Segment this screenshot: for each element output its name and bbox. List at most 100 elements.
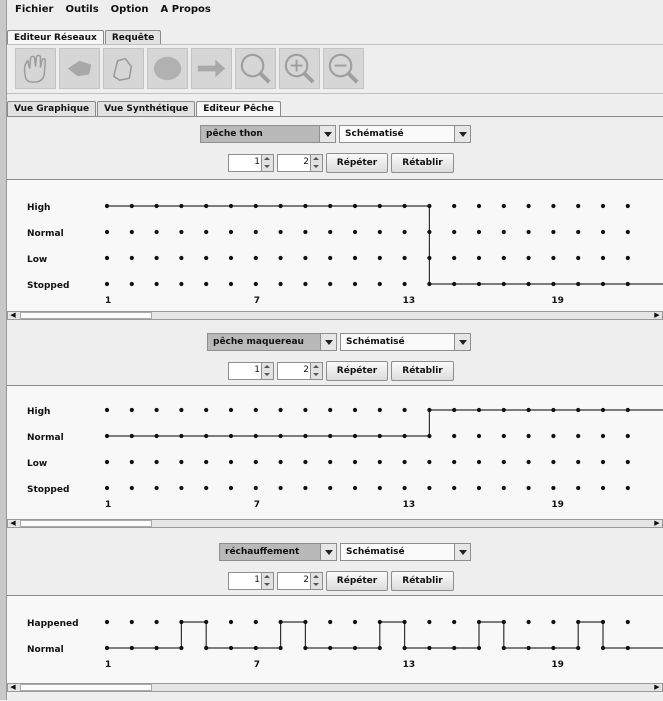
pan-tool-button[interactable] <box>103 48 144 89</box>
state-dot[interactable] <box>154 229 159 235</box>
state-dot[interactable] <box>600 433 606 439</box>
step-spinner[interactable]: 2 <box>277 154 323 172</box>
state-dot[interactable] <box>104 203 110 209</box>
state-dot[interactable] <box>600 407 606 413</box>
state-dot[interactable] <box>452 407 457 413</box>
state-dot[interactable] <box>452 485 457 491</box>
state-dot[interactable] <box>576 433 581 439</box>
state-dot[interactable] <box>600 459 606 465</box>
state-dot[interactable] <box>600 229 606 235</box>
state-dot[interactable] <box>427 433 432 439</box>
state-dot[interactable] <box>179 645 184 651</box>
state-dot[interactable] <box>253 433 258 439</box>
start-spinner[interactable]: 1 <box>228 572 274 590</box>
zoom-out-tool-button[interactable] <box>323 48 364 89</box>
state-dot[interactable] <box>551 255 556 261</box>
state-dot[interactable] <box>476 281 482 287</box>
state-dot[interactable] <box>526 459 531 465</box>
state-dot[interactable] <box>600 203 606 209</box>
state-dot[interactable] <box>452 645 457 651</box>
mode-select[interactable]: Schématisé <box>340 333 471 351</box>
state-dot[interactable] <box>303 407 308 413</box>
state-dot[interactable] <box>179 485 184 491</box>
state-dot[interactable] <box>204 281 209 287</box>
state-dot[interactable] <box>154 645 159 651</box>
state-dot[interactable] <box>204 459 209 465</box>
state-dot[interactable] <box>625 407 630 413</box>
state-dot[interactable] <box>600 645 606 651</box>
state-dot[interactable] <box>551 407 556 413</box>
state-dot[interactable] <box>228 619 234 625</box>
state-dot[interactable] <box>129 407 134 413</box>
state-dot[interactable] <box>625 255 630 261</box>
state-dot[interactable] <box>377 459 382 465</box>
state-dot[interactable] <box>303 645 308 651</box>
state-dot[interactable] <box>303 459 308 465</box>
state-dot[interactable] <box>501 619 506 625</box>
scroll-right-icon[interactable]: ▶ <box>652 312 662 319</box>
state-dot[interactable] <box>179 203 184 209</box>
state-dot[interactable] <box>328 459 333 465</box>
state-dot[interactable] <box>278 459 283 465</box>
reset-button[interactable]: Rétablir <box>391 571 454 591</box>
state-dot[interactable] <box>129 255 134 261</box>
variable-select[interactable]: pêche maquereau <box>207 333 337 351</box>
state-dot[interactable] <box>377 281 382 287</box>
variable-select[interactable]: pêche thon <box>200 125 336 143</box>
state-dot[interactable] <box>352 485 358 491</box>
state-dot[interactable] <box>600 485 606 491</box>
state-dot[interactable] <box>228 229 234 235</box>
state-dot[interactable] <box>551 229 556 235</box>
state-dot[interactable] <box>625 203 630 209</box>
state-dot[interactable] <box>501 203 506 209</box>
state-dot[interactable] <box>352 407 358 413</box>
state-dot[interactable] <box>129 229 134 235</box>
state-dot[interactable] <box>154 407 159 413</box>
state-dot[interactable] <box>352 645 358 651</box>
state-dot[interactable] <box>576 281 581 287</box>
state-dot[interactable] <box>154 459 159 465</box>
state-dot[interactable] <box>625 433 630 439</box>
state-dot[interactable] <box>204 255 209 261</box>
state-dot[interactable] <box>551 645 556 651</box>
state-dot[interactable] <box>402 619 407 625</box>
state-dot[interactable] <box>303 485 308 491</box>
state-dot[interactable] <box>129 619 134 625</box>
state-dot[interactable] <box>452 459 457 465</box>
state-dot[interactable] <box>427 645 432 651</box>
state-dot[interactable] <box>328 407 333 413</box>
state-dot[interactable] <box>476 255 482 261</box>
state-dot[interactable] <box>551 459 556 465</box>
state-dot[interactable] <box>328 619 333 625</box>
tab-editeur-peche[interactable]: Editeur Pêche <box>196 101 281 116</box>
state-dot[interactable] <box>104 459 110 465</box>
state-dot[interactable] <box>402 255 407 261</box>
state-dot[interactable] <box>328 255 333 261</box>
state-dot[interactable] <box>179 229 184 235</box>
state-dot[interactable] <box>427 229 432 235</box>
state-dot[interactable] <box>303 203 308 209</box>
scroll-right-icon[interactable]: ▶ <box>652 684 662 691</box>
state-dot[interactable] <box>352 433 358 439</box>
state-dot[interactable] <box>600 619 606 625</box>
state-dot[interactable] <box>452 203 457 209</box>
state-dot[interactable] <box>154 203 159 209</box>
state-dot[interactable] <box>204 485 209 491</box>
state-dot[interactable] <box>278 645 283 651</box>
state-dot[interactable] <box>600 281 606 287</box>
move-tool-button[interactable] <box>59 48 100 89</box>
state-dot[interactable] <box>154 281 159 287</box>
state-dot[interactable] <box>476 229 482 235</box>
tab-editeur-reseaux[interactable]: Editeur Réseaux <box>7 30 104 45</box>
tab-requete[interactable]: Requête <box>104 30 162 45</box>
state-dot[interactable] <box>402 281 407 287</box>
state-dot[interactable] <box>526 203 531 209</box>
state-dot[interactable] <box>576 255 581 261</box>
state-dot[interactable] <box>402 229 407 235</box>
state-dot[interactable] <box>303 281 308 287</box>
state-dot[interactable] <box>377 645 382 651</box>
state-dot[interactable] <box>452 281 457 287</box>
state-dot[interactable] <box>253 645 258 651</box>
state-dot[interactable] <box>476 407 482 413</box>
state-dot[interactable] <box>328 485 333 491</box>
